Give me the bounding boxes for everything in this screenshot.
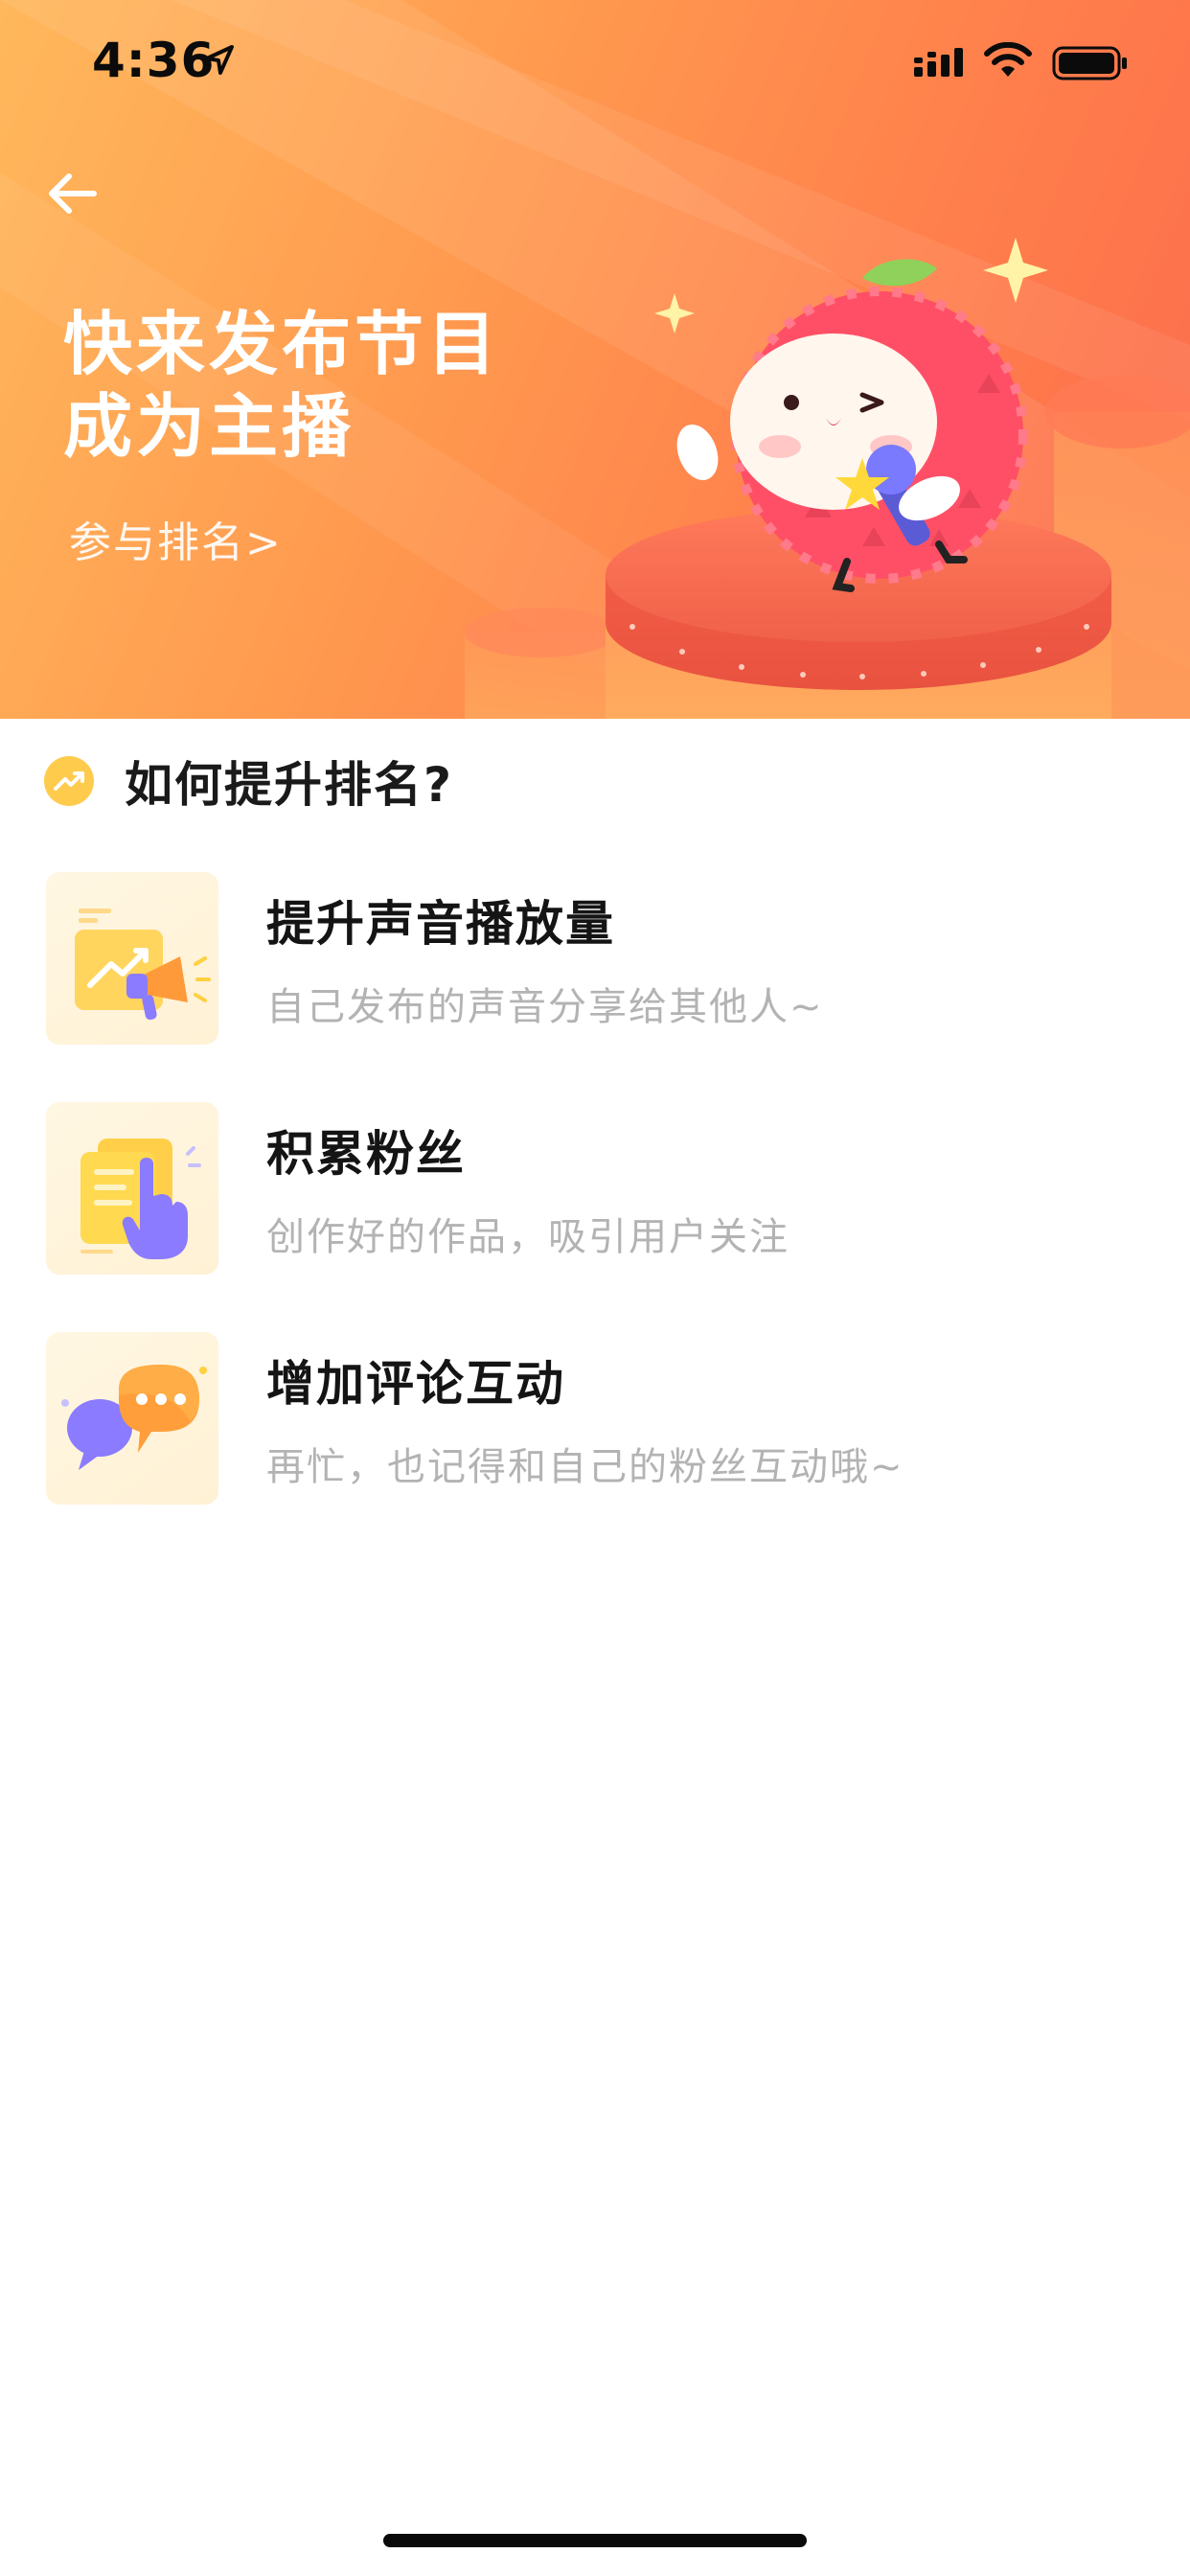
tip-title: 积累粉丝 xyxy=(266,1126,466,1182)
status-bar: 4:36 xyxy=(0,0,1190,126)
tip-thumbnail xyxy=(46,1332,218,1505)
trend-up-icon xyxy=(44,756,94,806)
hero-title-line1: 快来发布节目 xyxy=(63,304,501,384)
megaphone-chart-icon xyxy=(75,908,211,1021)
tip-item-comments: 增加评论互动 再忙，也记得和自己的粉丝互动哦~ xyxy=(46,1332,1148,1505)
home-indicator[interactable] xyxy=(383,2534,807,2547)
tip-title: 增加评论互动 xyxy=(266,1356,565,1412)
hero-title-line2: 成为主播 xyxy=(63,386,355,467)
lychee-mascot-illustration xyxy=(654,238,1048,592)
tip-item-play-count: 提升声音播放量 自己发布的声音分享给其他人~ xyxy=(46,872,1148,1045)
tip-thumbnail xyxy=(46,872,218,1045)
wifi-icon xyxy=(984,42,1032,77)
status-time: 4:36 xyxy=(92,33,216,88)
tip-thumbnail xyxy=(46,1102,218,1275)
join-ranking-link[interactable]: 参与排名> xyxy=(69,508,283,569)
tip-title: 提升声音播放量 xyxy=(266,896,615,952)
chat-bubbles-icon xyxy=(61,1365,207,1470)
tip-description: 创作好的作品，吸引用户关注 xyxy=(266,1215,790,1259)
section-header: 如何提升排名? xyxy=(44,748,453,815)
cellular-signal-icon xyxy=(914,48,963,77)
location-arrow-icon xyxy=(205,45,234,75)
app-screen: 4:36 快来发布节目 成为主播 参与排名> 如何提升排名? 提升声音播放量 自… xyxy=(0,0,1190,2576)
section-title: 如何提升排名? xyxy=(125,757,454,813)
hero-title: 快来发布节目 成为主播 xyxy=(63,303,500,468)
document-hand-icon xyxy=(80,1138,201,1259)
tip-description: 再忙，也记得和自己的粉丝互动哦~ xyxy=(266,1445,904,1489)
tip-item-fans: 积累粉丝 创作好的作品，吸引用户关注 xyxy=(46,1102,1148,1275)
battery-icon xyxy=(1052,46,1127,80)
back-arrow-icon[interactable] xyxy=(38,159,107,228)
hero-banner: 4:36 快来发布节目 成为主播 参与排名> xyxy=(0,0,1190,719)
tip-description: 自己发布的声音分享给其他人~ xyxy=(266,985,824,1029)
